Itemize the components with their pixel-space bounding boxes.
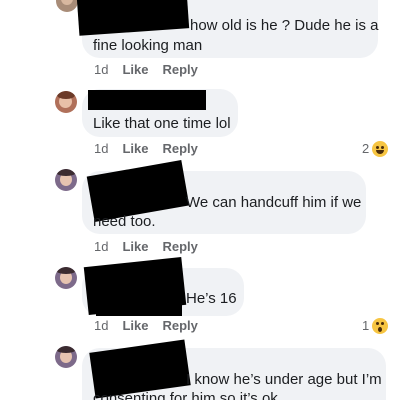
comment-text: fine looking man — [93, 37, 203, 54]
comment-meta: 1d Like Reply — [94, 318, 212, 334]
comment-thread: how old is he ? Dude he is a fine lookin… — [0, 0, 400, 400]
reply-button[interactable]: Reply — [162, 318, 197, 334]
like-button[interactable]: Like — [122, 141, 148, 157]
redacted-name — [96, 300, 182, 316]
comment-text: need too. — [93, 213, 156, 230]
reaction-summary[interactable]: 1 — [362, 318, 389, 334]
comment-text: how old is he ? Dude he is a — [190, 17, 379, 34]
reaction-count: 1 — [362, 318, 370, 333]
redacted-name — [132, 182, 184, 204]
comment-meta: 1d Like Reply — [94, 62, 212, 78]
comment-meta: 1d Like Reply — [94, 141, 212, 157]
commenter-avatar[interactable] — [55, 346, 77, 368]
reply-button[interactable]: Reply — [162, 239, 197, 255]
like-button[interactable]: Like — [122, 62, 148, 78]
comment-text: I know he’s under age but I’m — [186, 371, 382, 388]
comment-text: Like that one time lol — [93, 115, 231, 132]
comment-timestamp: 1d — [94, 318, 109, 333]
comment-text: consenting for him so it’s ok — [93, 390, 278, 400]
comment-timestamp: 1d — [94, 141, 109, 156]
comment-text: We can handcuff him if we — [186, 194, 362, 211]
wow-emoji-icon — [372, 318, 389, 334]
haha-emoji-icon — [372, 141, 389, 157]
commenter-avatar[interactable] — [55, 91, 77, 113]
commenter-avatar[interactable] — [55, 267, 77, 289]
comment-timestamp: 1d — [94, 239, 109, 254]
comment-text: He’s 16 — [186, 290, 237, 307]
commenter-avatar[interactable] — [56, 0, 78, 12]
commenter-avatar[interactable] — [55, 169, 77, 191]
reaction-summary[interactable]: 2 — [362, 141, 389, 157]
reply-button[interactable]: Reply — [162, 62, 197, 78]
like-button[interactable]: Like — [122, 239, 148, 255]
comment-meta: 1d Like Reply — [94, 239, 212, 255]
reaction-count: 2 — [362, 141, 370, 156]
reply-button[interactable]: Reply — [162, 141, 197, 157]
redacted-name — [88, 90, 206, 110]
comment-timestamp: 1d — [94, 62, 109, 77]
like-button[interactable]: Like — [122, 318, 148, 334]
